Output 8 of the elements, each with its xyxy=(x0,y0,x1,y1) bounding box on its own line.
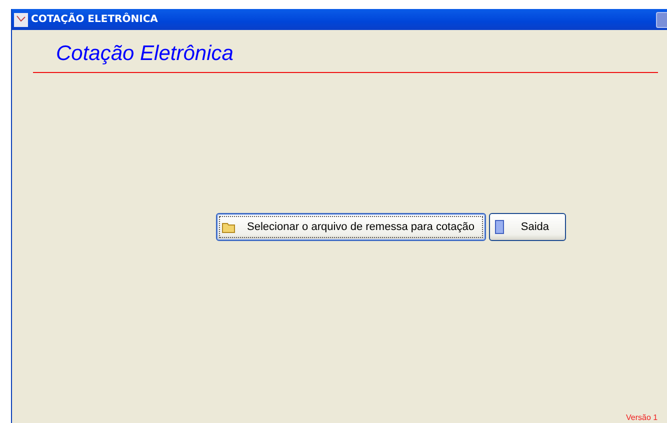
version-label: Versão 1 xyxy=(626,413,658,422)
exit-button[interactable]: Saida xyxy=(489,213,566,241)
folder-icon xyxy=(222,222,236,232)
page-heading: Cotação Eletrônica xyxy=(56,42,234,66)
window-title: COTAÇÃO ELETRÔNICA xyxy=(31,14,159,25)
select-file-button[interactable]: Selecionar o arquivo de remessa para cotação xyxy=(216,213,486,241)
door-icon xyxy=(495,220,504,234)
app-icon xyxy=(14,12,28,26)
